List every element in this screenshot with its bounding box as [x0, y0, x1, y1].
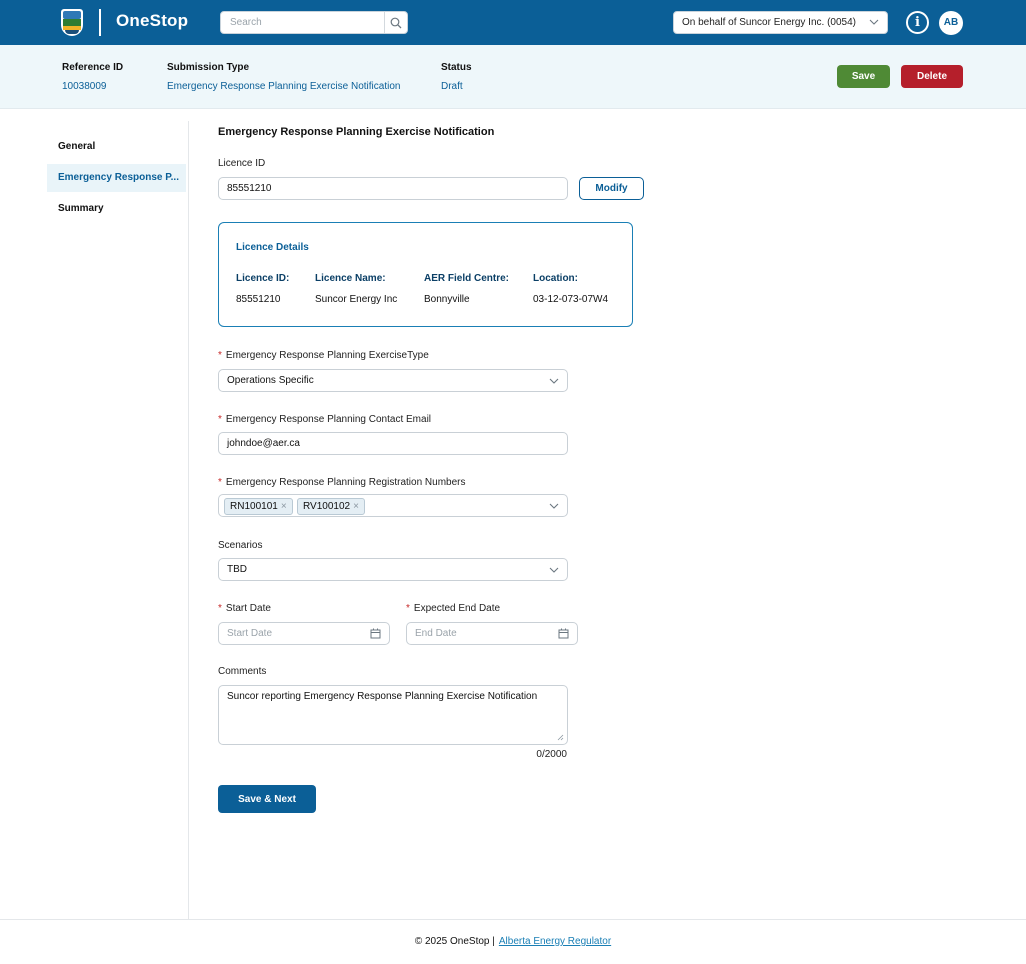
user-avatar[interactable]: AB — [939, 11, 963, 35]
search-box — [220, 11, 408, 34]
chevron-down-icon — [549, 567, 559, 573]
required-marker: * — [218, 414, 222, 425]
scenarios-value: TBD — [227, 564, 247, 575]
exercise-type-value: Operations Specific — [227, 375, 314, 386]
licence-id-field[interactable]: 85551210 — [218, 177, 568, 200]
search-input[interactable] — [221, 12, 385, 33]
comments-label: Comments — [218, 666, 267, 677]
sidebar-item-summary[interactable]: Summary — [47, 195, 186, 223]
required-marker: * — [218, 350, 222, 361]
licence-name-detail: Suncor Energy Inc — [315, 294, 398, 305]
search-icon — [390, 17, 402, 28]
reference-id-value: 10038009 — [62, 81, 107, 92]
end-date-picker[interactable]: End Date — [406, 622, 578, 645]
on-behalf-of-value: On behalf of Suncor Energy Inc. (0054) — [682, 17, 856, 28]
alberta-logo-icon[interactable] — [61, 9, 83, 36]
start-date-placeholder: Start Date — [227, 628, 273, 639]
location-detail: 03-12-073-07W4 — [533, 294, 609, 305]
field-centre-header: AER Field Centre: — [424, 273, 510, 284]
on-behalf-of-select[interactable]: On behalf of Suncor Energy Inc. (0054) — [673, 11, 888, 34]
submission-type-label: Submission Type — [167, 62, 250, 73]
chevron-down-icon — [549, 503, 559, 509]
delete-button[interactable]: Delete — [901, 65, 963, 88]
tag-remove-icon[interactable]: × — [281, 501, 287, 512]
sidebar-item-general[interactable]: General — [47, 133, 186, 161]
registration-numbers-select[interactable]: RN100101 × RV100102 × — [218, 494, 568, 517]
contact-email-label: * Emergency Response Planning Contact Ema… — [218, 414, 432, 425]
required-marker: * — [218, 603, 222, 614]
footer-divider — [0, 919, 1026, 920]
calendar-icon — [558, 628, 569, 639]
end-date-label: * Expected End Date — [406, 603, 501, 614]
licence-id-detail: 85551210 — [236, 294, 281, 305]
exercise-type-label: * Emergency Response Planning ExerciseTyp… — [218, 350, 429, 361]
status-value: Draft — [441, 81, 463, 92]
licence-details-card: Licence Details Licence ID: Licence Name… — [218, 222, 633, 327]
footer: © 2025 OneStop | Alberta Energy Regulator — [0, 936, 1026, 947]
registration-tag: RN100101 × — [224, 498, 293, 515]
top-navigation-bar: OneStop On behalf of Suncor Energy Inc. … — [0, 0, 1026, 45]
brand-name[interactable]: OneStop — [116, 11, 188, 31]
contact-email-field[interactable]: johndoe@aer.ca — [218, 432, 568, 455]
calendar-icon — [370, 628, 381, 639]
footer-copyright: © 2025 OneStop | — [414, 936, 495, 947]
registration-numbers-label: * Emergency Response Planning Registratio… — [218, 477, 466, 488]
reference-id-label: Reference ID — [62, 62, 124, 73]
sidebar-item-emergency-response[interactable]: Emergency Response P... — [47, 164, 186, 192]
save-button[interactable]: Save — [837, 65, 890, 88]
sidebar-divider — [188, 121, 189, 919]
search-button[interactable] — [384, 12, 407, 33]
info-icon[interactable]: i — [906, 11, 929, 34]
resize-grip-icon[interactable] — [557, 734, 564, 741]
submission-info-bar: Reference ID 10038009 Submission Type Em… — [0, 45, 1026, 109]
exercise-type-select[interactable]: Operations Specific — [218, 369, 568, 392]
comments-char-counter: 0/2000 — [536, 749, 567, 760]
save-and-next-button[interactable]: Save & Next — [218, 785, 316, 813]
submission-type-value: Emergency Response Planning Exercise Not… — [167, 81, 401, 92]
modify-button[interactable]: Modify — [579, 177, 644, 200]
status-label: Status — [441, 62, 472, 73]
scenarios-label: Scenarios — [218, 540, 263, 551]
tag-remove-icon[interactable]: × — [353, 501, 359, 512]
registration-tag: RV100102 × — [297, 498, 365, 515]
licence-name-header: Licence Name: — [315, 273, 386, 284]
licence-id-label: Licence ID — [218, 158, 266, 169]
required-marker: * — [218, 477, 222, 488]
start-date-label: * Start Date — [218, 603, 271, 614]
location-header: Location: — [533, 273, 578, 284]
chevron-down-icon — [869, 19, 879, 25]
start-date-picker[interactable]: Start Date — [218, 622, 390, 645]
comments-textarea[interactable]: Suncor reporting Emergency Response Plan… — [218, 685, 568, 745]
scenarios-select[interactable]: TBD — [218, 558, 568, 581]
chevron-down-icon — [549, 378, 559, 384]
end-date-placeholder: End Date — [415, 628, 457, 639]
licence-details-title: Licence Details — [236, 242, 309, 253]
field-centre-detail: Bonnyville — [424, 294, 470, 305]
page-title: Emergency Response Planning Exercise Not… — [218, 126, 495, 138]
logo-divider — [99, 9, 101, 36]
required-marker: * — [406, 603, 410, 614]
licence-id-header: Licence ID: — [236, 273, 290, 284]
aer-link[interactable]: Alberta Energy Regulator — [499, 936, 611, 947]
comments-value: Suncor reporting Emergency Response Plan… — [227, 691, 538, 702]
